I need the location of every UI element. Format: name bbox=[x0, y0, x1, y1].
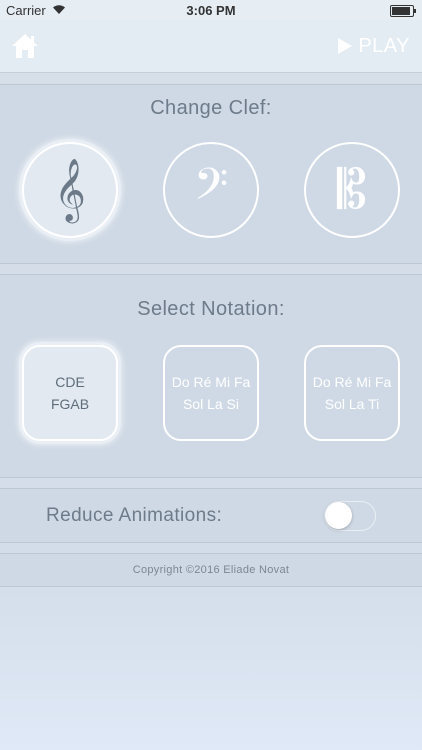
notation-line: Do Ré Mi Fa bbox=[171, 374, 251, 390]
treble-clef-button[interactable]: 𝄞 bbox=[22, 142, 118, 238]
notation-panel: Select Notation: CDE FGAB Do Ré Mi Fa So… bbox=[0, 274, 422, 478]
battery-fill bbox=[392, 7, 410, 15]
toggle-knob bbox=[325, 502, 352, 529]
home-icon bbox=[12, 34, 38, 58]
copyright-text: Copyright ©2016 Eliade Novat bbox=[132, 564, 290, 576]
bass-clef-icon: 𝄢 bbox=[193, 158, 229, 221]
clef-panel: Change Clef: 𝄞 𝄢 𝄡 bbox=[0, 84, 422, 264]
status-time: 3:06 PM bbox=[186, 3, 236, 18]
bass-clef-button[interactable]: 𝄢 bbox=[163, 142, 259, 238]
status-bar: Carrier 3:06 PM bbox=[0, 0, 422, 20]
play-icon bbox=[338, 38, 353, 54]
play-button[interactable]: PLAY bbox=[338, 34, 410, 58]
reduce-animations-toggle[interactable] bbox=[324, 501, 376, 531]
notation-title: Select Notation: bbox=[137, 298, 285, 320]
notation-line: Do Ré Mi Fa bbox=[312, 374, 392, 390]
footer: Copyright ©2016 Eliade Novat bbox=[0, 553, 422, 587]
home-button[interactable] bbox=[10, 32, 40, 60]
notation-line: Sol La Ti bbox=[324, 396, 380, 412]
notation-solfege-si-button[interactable]: Do Ré Mi Fa Sol La Si bbox=[163, 345, 259, 441]
alto-clef-button[interactable]: 𝄡 bbox=[304, 142, 400, 238]
nav-bar: PLAY bbox=[0, 20, 422, 73]
notation-letters-button[interactable]: CDE FGAB bbox=[22, 345, 118, 441]
clef-title: Change Clef: bbox=[150, 97, 272, 119]
battery-nub bbox=[414, 9, 416, 13]
alto-clef-icon: 𝄡 bbox=[336, 158, 368, 221]
battery-icon bbox=[390, 5, 416, 17]
treble-clef-icon: 𝄞 bbox=[54, 158, 86, 221]
notation-line: CDE bbox=[55, 374, 85, 390]
animations-row: Reduce Animations: bbox=[0, 488, 422, 543]
reduce-animations-label: Reduce Animations: bbox=[46, 505, 223, 526]
play-label: PLAY bbox=[358, 34, 410, 57]
notation-solfege-ti-button[interactable]: Do Ré Mi Fa Sol La Ti bbox=[304, 345, 400, 441]
notation-line: Sol La Si bbox=[182, 396, 240, 412]
notation-line: FGAB bbox=[50, 396, 90, 412]
